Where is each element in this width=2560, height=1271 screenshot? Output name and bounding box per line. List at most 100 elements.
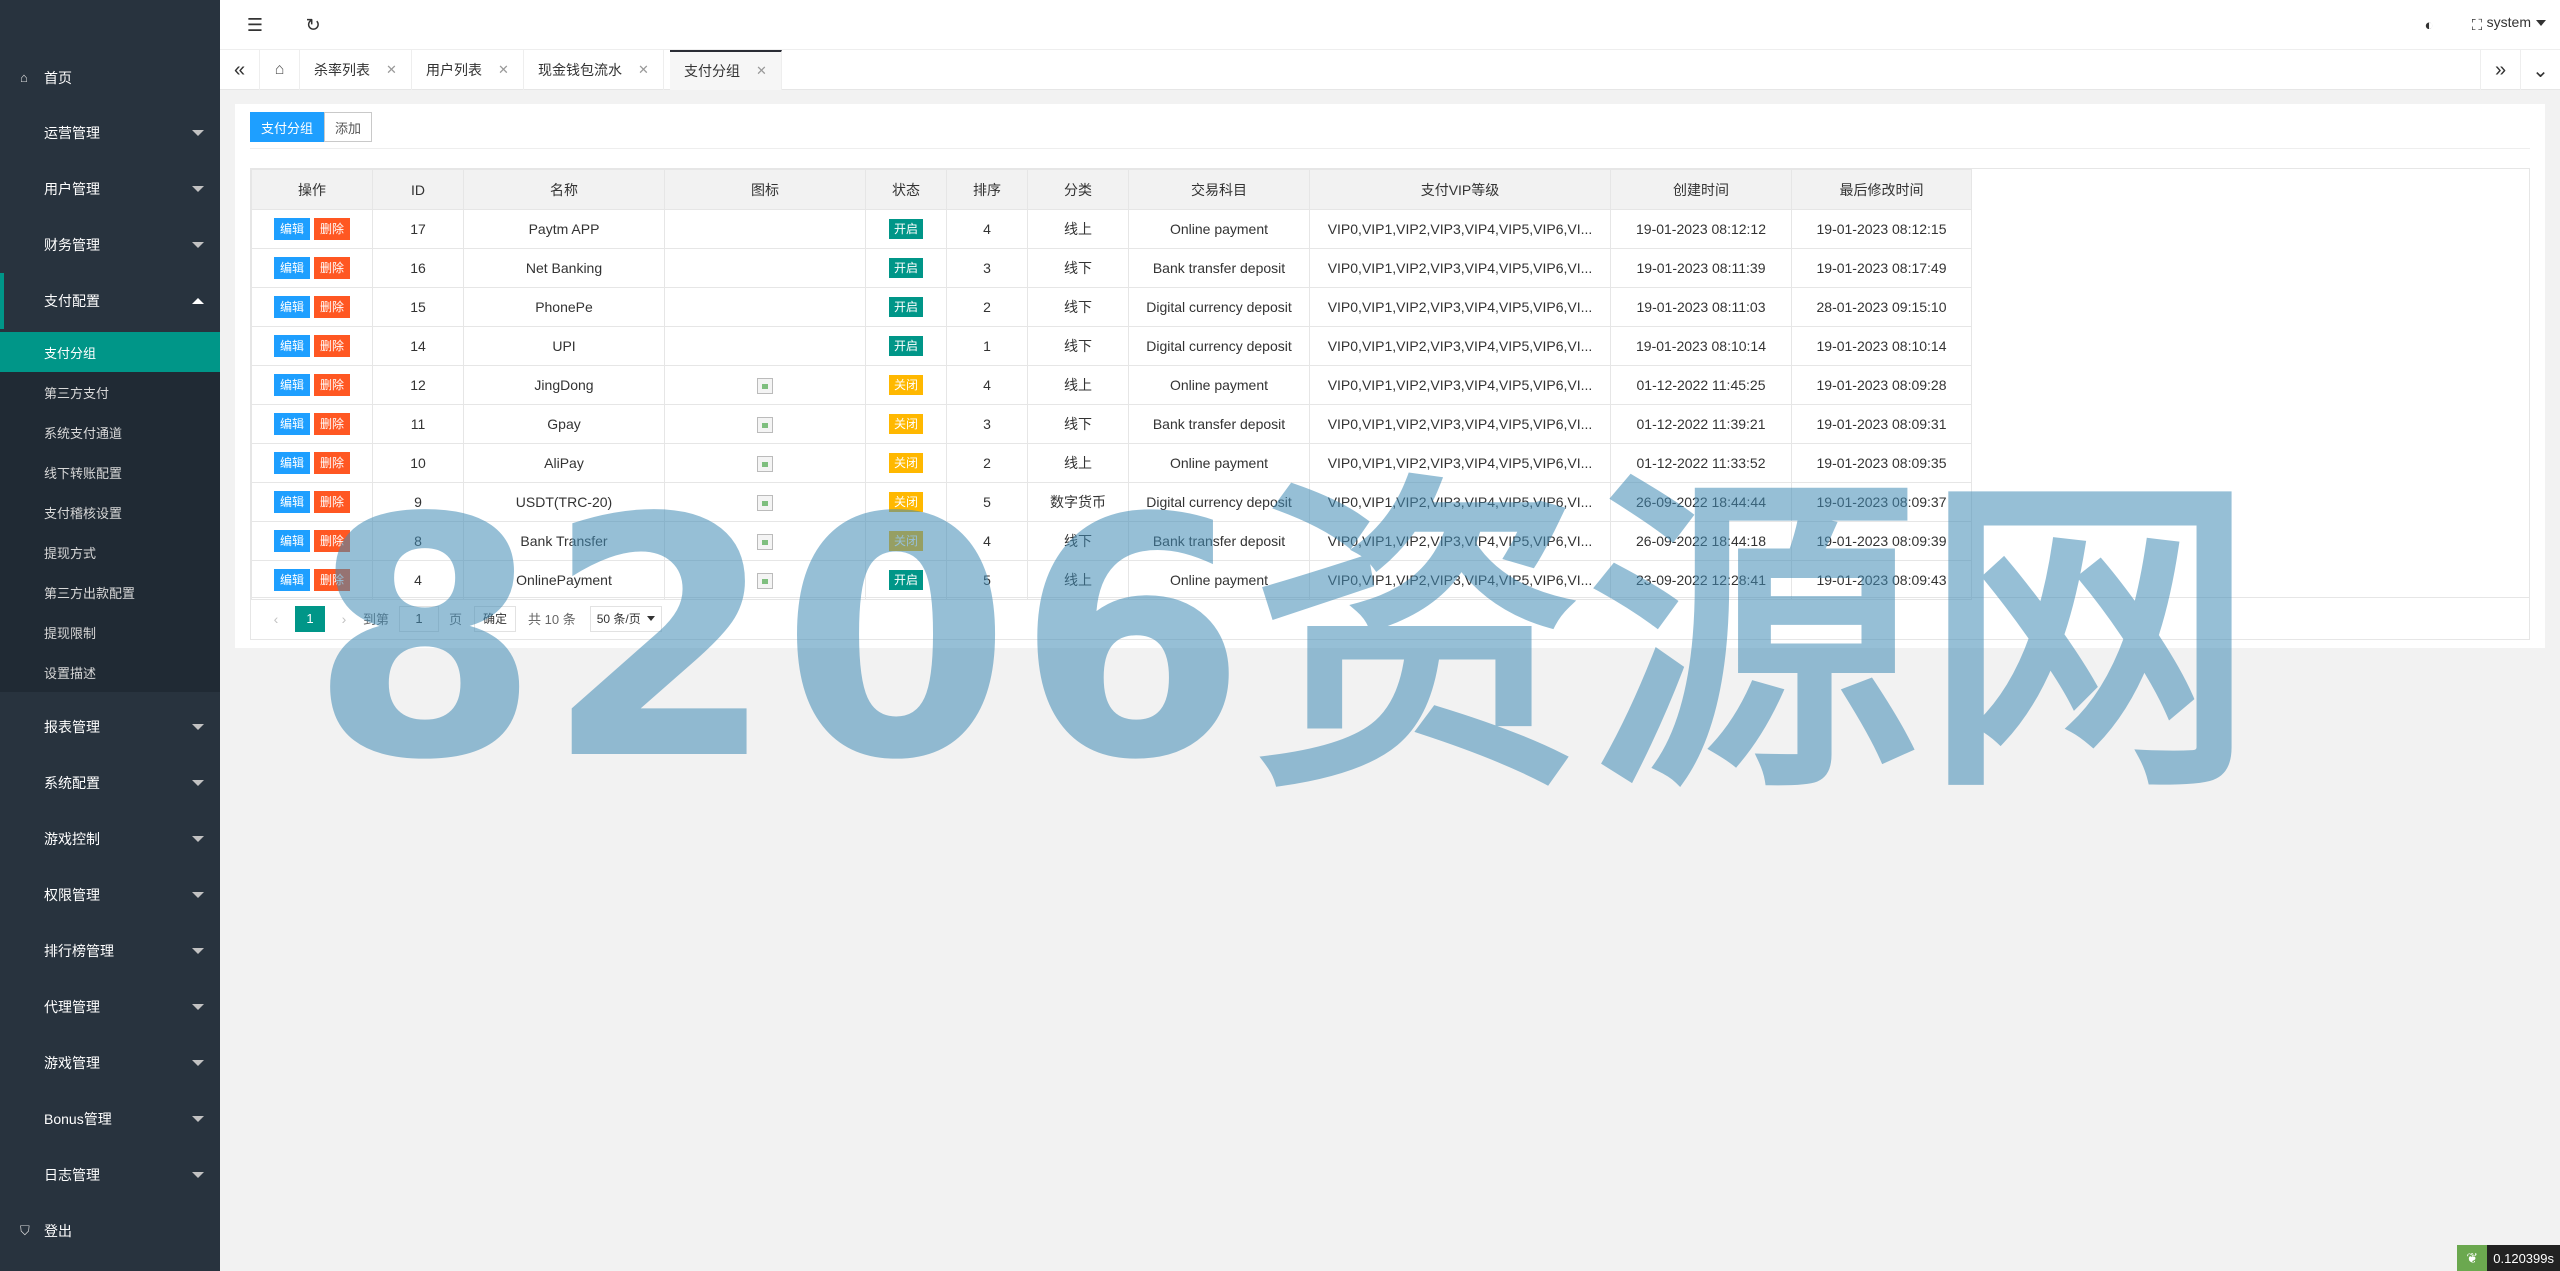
caret-down-icon [2536, 20, 2546, 27]
sidebar-item-payment-config[interactable]: 支付配置 [0, 273, 220, 329]
delete-button[interactable]: 删除 [314, 374, 351, 396]
edit-button[interactable]: 编辑 [273, 569, 310, 591]
sidebar-item-label: 报表管理 [44, 719, 100, 735]
tab-payment-group[interactable]: 支付分组 ✕ [670, 50, 782, 90]
close-icon[interactable]: ✕ [756, 63, 767, 79]
table-row: 编辑 删除 17 Paytm APP 开启 4 线上 Online payment VIP0,V… [251, 209, 1972, 249]
submenu-item-offline-transfer[interactable]: 线下转账配置 [0, 452, 220, 492]
theme-icon[interactable]: ◐ [2416, 12, 2442, 38]
next-page-icon[interactable]: › [331, 606, 357, 632]
submenu-item-withdraw-method[interactable]: 提现方式 [0, 532, 220, 572]
prev-page-icon[interactable]: ‹ [263, 606, 289, 632]
delete-button[interactable]: 删除 [314, 257, 351, 279]
current-page[interactable]: 1 [295, 605, 325, 632]
delete-button[interactable]: 删除 [314, 530, 351, 552]
sidebar-item-game-control[interactable]: 游戏控制 [0, 811, 220, 867]
per-page-select[interactable]: 50 条/页 [589, 605, 662, 632]
submenu-item-description[interactable]: 设置描述 [0, 652, 220, 692]
cell-modified: 19-01-2023 08:10:14 [1791, 326, 1972, 366]
delete-button[interactable]: 删除 [314, 569, 351, 591]
edit-button[interactable]: 编辑 [273, 491, 310, 513]
close-icon[interactable]: ✕ [638, 62, 649, 78]
edit-button[interactable]: 编辑 [273, 335, 310, 357]
sidebar-item-games[interactable]: 游戏管理 [0, 1035, 220, 1091]
column-header: 图标 [664, 169, 866, 210]
sidebar-item-leaderboard[interactable]: 排行榜管理 [0, 923, 220, 979]
cell-icon [664, 482, 866, 522]
edit-button[interactable]: 编辑 [273, 218, 310, 240]
broken-image-icon [757, 455, 773, 472]
sidebar-home-label: 首页 [44, 69, 72, 86]
refresh-icon[interactable]: ↻ [300, 12, 326, 38]
submenu-item-payment-group[interactable]: 支付分组 [0, 332, 220, 372]
toolbar: 支付分组 添加 [250, 112, 373, 142]
close-icon[interactable]: ✕ [498, 62, 509, 78]
sidebar-item-permissions[interactable]: 权限管理 [0, 867, 220, 923]
sidebar-home[interactable]: ⌂ 首页 [0, 60, 220, 95]
sidebar-item-reports[interactable]: 报表管理 [0, 699, 220, 755]
submenu-item-system-channel[interactable]: 系统支付通道 [0, 412, 220, 452]
divider [250, 148, 2530, 149]
add-button[interactable]: 添加 [324, 112, 373, 142]
logout-button[interactable]: ⛉ 登出 [0, 1214, 220, 1248]
submenu-item-withdraw-limit[interactable]: 提现限制 [0, 612, 220, 652]
sidebar-item-ops[interactable]: 运营管理 [0, 105, 220, 161]
sidebar-item-system[interactable]: 系统配置 [0, 755, 220, 811]
cell-modified: 19-01-2023 08:09:28 [1791, 365, 1972, 405]
row-actions: 编辑 删除 [251, 209, 373, 249]
cell-id: 12 [372, 365, 464, 405]
delete-button[interactable]: 删除 [314, 296, 351, 318]
cell-id: 4 [372, 560, 464, 600]
edit-button[interactable]: 编辑 [273, 452, 310, 474]
total-count: 共 10 条 [528, 612, 576, 627]
cell-modified: 19-01-2023 08:09:35 [1791, 443, 1972, 483]
delete-button[interactable]: 删除 [314, 413, 351, 435]
sidebar-item-agents[interactable]: 代理管理 [0, 979, 220, 1035]
cell-icon [664, 443, 866, 483]
row-actions: 编辑 删除 [251, 326, 373, 366]
submenu-item-third-party-pay[interactable]: 第三方支付 [0, 372, 220, 412]
tabs-scroll-left-icon[interactable]: « [220, 50, 260, 90]
tab-home-icon[interactable]: ⌂ [260, 50, 300, 90]
close-icon[interactable]: ✕ [386, 62, 397, 78]
tab-cash-flow[interactable]: 现金钱包流水 ✕ [524, 50, 664, 90]
edit-button[interactable]: 编辑 [273, 374, 310, 396]
tab-label: 现金钱包流水 [538, 62, 622, 78]
cell-icon [664, 404, 866, 444]
sidebar-item-logs[interactable]: 日志管理 [0, 1147, 220, 1203]
sidebar-item-bonus[interactable]: Bonus管理 [0, 1091, 220, 1147]
sidebar-item-label: 游戏控制 [44, 831, 100, 847]
cell-sort: 3 [946, 404, 1028, 444]
delete-button[interactable]: 删除 [314, 452, 351, 474]
cell-icon [664, 521, 866, 561]
delete-button[interactable]: 删除 [314, 335, 351, 357]
edit-button[interactable]: 编辑 [273, 257, 310, 279]
sidebar-item-users[interactable]: 用户管理 [0, 161, 220, 217]
delete-button[interactable]: 删除 [314, 491, 351, 513]
page-input[interactable]: 1 [399, 605, 440, 632]
user-menu[interactable]: system [2487, 14, 2546, 30]
menu-toggle-icon[interactable]: ☰ [242, 12, 268, 38]
edit-button[interactable]: 编辑 [273, 530, 310, 552]
status-badge: 开启 [888, 336, 923, 356]
table-row: 编辑 删除 8 Bank Transfer 关闭 4 线下 Bank transfer dep… [251, 521, 1972, 561]
tab-user-list[interactable]: 用户列表 ✕ [412, 50, 524, 90]
cell-name: Net Banking [463, 248, 665, 288]
tabs-dropdown-icon[interactable]: ⌄ [2520, 50, 2560, 90]
edit-button[interactable]: 编辑 [273, 296, 310, 318]
confirm-button[interactable]: 确定 [474, 605, 517, 632]
delete-button[interactable]: 删除 [314, 218, 351, 240]
table-row: 编辑 删除 14 UPI 开启 1 线下 Digital currency deposit VI… [251, 326, 1972, 366]
payment-group-button[interactable]: 支付分组 [250, 112, 325, 142]
home-icon: ⌂ [20, 70, 28, 85]
submenu-item-audit-settings[interactable]: 支付稽核设置 [0, 492, 220, 532]
cell-id: 15 [372, 287, 464, 327]
edit-button[interactable]: 编辑 [273, 413, 310, 435]
tabs-scroll-right-icon[interactable]: » [2480, 50, 2520, 90]
cell-icon [664, 326, 866, 366]
submenu-item-payout-config[interactable]: 第三方出款配置 [0, 572, 220, 612]
sidebar-item-finance[interactable]: 财务管理 [0, 217, 220, 273]
chevron-down-icon [192, 242, 204, 248]
tab-kill-rate[interactable]: 杀率列表 ✕ [300, 50, 412, 90]
cell-subject: Bank transfer deposit [1128, 248, 1310, 288]
